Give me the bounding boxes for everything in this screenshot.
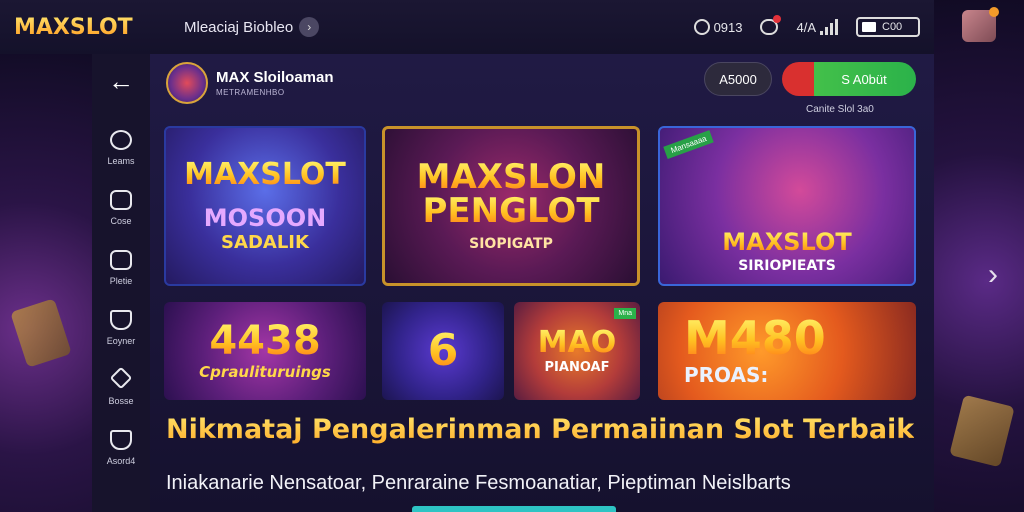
card-subtitle-2: SADALIK — [221, 231, 309, 253]
notification-dot — [773, 15, 782, 23]
online-status: Canite Slol 3a0 — [806, 104, 874, 115]
nav-item-pletie[interactable]: Pletie — [109, 250, 133, 286]
background-right: › — [932, 0, 1024, 512]
info-icon — [110, 430, 132, 450]
nav-item-cose[interactable]: Cose — [110, 190, 132, 226]
decorative-card — [10, 298, 72, 368]
brand-subtitle: METRAMENHBO — [216, 88, 285, 97]
nav-item-bosse[interactable]: Bosse — [108, 366, 134, 406]
side-navigation: ← Leams Cose Pletie Eoyner Bosse Asord4 — [92, 54, 150, 512]
headline: Nikmataj Pengalerinman Permaiinan Slot T… — [166, 414, 915, 445]
nav-label: Cose — [110, 216, 132, 226]
nav-label: Asord4 — [106, 456, 136, 466]
chat-bubble-icon[interactable] — [760, 15, 782, 35]
game-card-6[interactable]: 6 — [382, 302, 504, 400]
card-title: M480 — [684, 311, 826, 365]
card-title: 6 — [427, 325, 459, 376]
card-title: 4438 — [209, 318, 321, 364]
card-subtitle: MOSOON — [203, 203, 327, 232]
brand-header: MAX Sloiloaman METRAMENHBO — [166, 62, 334, 104]
gift-icon — [109, 366, 133, 390]
card-subtitle: PROAS: — [684, 363, 769, 387]
nav-label: Pletie — [109, 276, 133, 286]
chat-icon — [109, 130, 132, 150]
pen-icon — [110, 190, 132, 210]
card-subtitle: SIRIOPIEATS — [738, 258, 836, 274]
card-subtitle: Cpraulituruings — [199, 363, 331, 381]
brand-logo — [166, 62, 208, 104]
game-card-mao[interactable]: Mna MAO PIANOAF — [514, 302, 640, 400]
game-card-4438[interactable]: 4438 Cpraulituruings — [164, 302, 366, 400]
card-ribbon: Mansaaaa — [663, 129, 715, 160]
profile-button[interactable] — [962, 7, 999, 42]
app-logo: MAXSLOT — [14, 15, 164, 40]
game-card-maxslot-featured[interactable]: Mansaaaa MAXSLOT SIRIOPIEATS — [658, 126, 916, 286]
nav-item-eoyner[interactable]: Eoyner — [106, 310, 136, 346]
nav-item-asord4[interactable]: Asord4 — [106, 430, 136, 466]
shield-icon — [110, 310, 132, 330]
profile-badge — [989, 7, 999, 17]
battery-text: C00 — [882, 21, 903, 33]
card-title: MAO — [537, 324, 617, 360]
bottom-action-bar[interactable] — [412, 506, 616, 512]
status-indicators: 0913 4/A C00 — [693, 15, 920, 37]
signal-text: 4/A — [796, 19, 816, 35]
nav-label: Leams — [107, 156, 135, 166]
card-subtitle: SIOPIGATP — [469, 236, 553, 252]
main-content: MAX Sloiloaman METRAMENHBO A5000 S A0büt… — [150, 54, 934, 512]
chevron-right-icon[interactable]: › — [299, 17, 320, 37]
game-card-m480[interactable]: M480 PROAS: — [658, 302, 916, 400]
decorative-card — [949, 394, 1015, 468]
card-title-2: PENGLOT — [422, 191, 600, 231]
notification-status[interactable] — [760, 15, 782, 35]
card-ribbon: Mna — [614, 308, 636, 319]
next-arrow-icon[interactable]: › — [988, 258, 998, 292]
top-status-bar: MAXSLOT Mleaciaj Biobleo › 0913 4/A C00 — [0, 0, 934, 54]
app-title: Mleaciaj Biobleo — [184, 18, 294, 36]
about-button-label: S A0büt — [841, 71, 887, 87]
battery-icon: C00 — [856, 17, 920, 37]
card-title: MAXSLOT — [722, 228, 852, 256]
nav-label: Bosse — [108, 396, 134, 406]
clock-status: 0913 — [693, 19, 743, 35]
card-title: MAXSLOT — [184, 156, 346, 192]
signal-bars-icon — [820, 19, 838, 35]
nav-label: Eoyner — [106, 336, 136, 346]
battery-status: C00 — [856, 17, 920, 37]
subheadline: Iniakanarie Nensatoar, Penraraine Fesmoa… — [166, 472, 791, 494]
brand-text: MAX Sloiloaman METRAMENHBO — [216, 69, 334, 97]
clock-icon — [693, 19, 710, 35]
back-arrow-icon[interactable]: ← — [108, 66, 134, 106]
balance-button[interactable]: A5000 — [704, 62, 772, 96]
signal-status: 4/A — [796, 19, 838, 35]
about-button[interactable]: S A0büt — [782, 62, 916, 96]
clock-text: 0913 — [713, 19, 743, 35]
screen-icon — [109, 250, 132, 270]
card-subtitle: PIANOAF — [544, 359, 610, 375]
game-card-maxslon[interactable]: MAXSLON PENGLOT SIOPIGATP — [382, 126, 640, 286]
battery-fill — [862, 22, 876, 32]
background-left — [0, 54, 92, 512]
nav-item-leams[interactable]: Leams — [107, 130, 135, 166]
brand-name: MAX Sloiloaman — [216, 69, 334, 86]
game-card-maxslot[interactable]: MAXSLOT MOSOON SADALIK — [164, 126, 366, 286]
card-title: MAXSLON — [416, 157, 606, 197]
